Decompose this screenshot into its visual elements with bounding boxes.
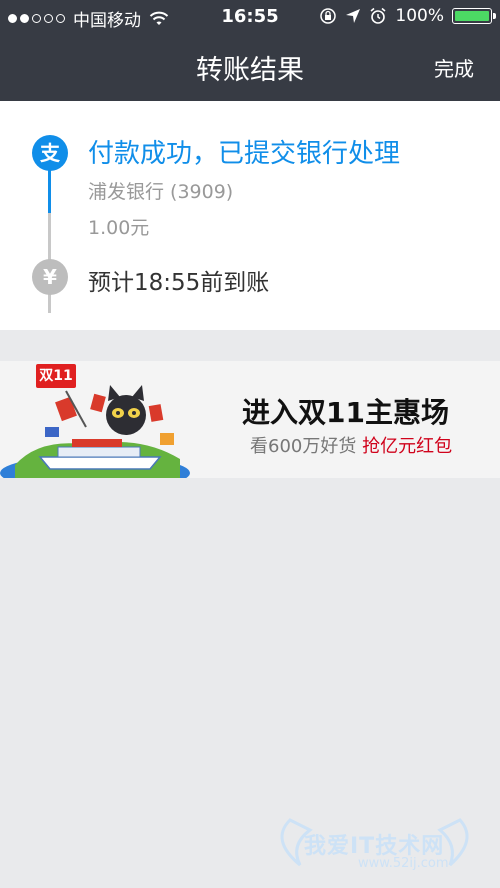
- promo-subtitle-prefix: 看600万好货: [250, 436, 363, 457]
- alipay-icon: 支: [32, 135, 68, 171]
- promo-subtitle-highlight: 抢亿元红包: [362, 436, 453, 457]
- nav-bar: 转账结果 完成: [0, 34, 500, 101]
- promo-illustration: [0, 385, 190, 478]
- rotation-lock-icon: [320, 8, 337, 24]
- promo-headline: 进入双11主惠场: [242, 396, 449, 429]
- promo-banner[interactable]: 双11 进入双11主惠场 看600万好货 抢亿元红包: [0, 361, 500, 478]
- bank-account-text: 浦发银行 (3909): [88, 181, 234, 203]
- status-bar: 中国移动 16:55 100%: [0, 0, 500, 34]
- payment-status-text: 付款成功，已提交银行处理: [88, 139, 401, 169]
- watermark-url: www.52ij.com: [358, 856, 449, 871]
- battery-percent: 100%: [395, 6, 444, 26]
- arrival-estimate-text: 预计18:55前到账: [88, 270, 270, 296]
- top-bar: 中国移动 16:55 100% 转账结果 完成: [0, 0, 500, 101]
- page-title: 转账结果: [196, 55, 304, 86]
- status-right: 100%: [319, 6, 496, 26]
- alarm-icon: [370, 7, 386, 24]
- amount-text: 1.00元: [88, 217, 150, 239]
- location-arrow-icon: [346, 9, 361, 23]
- watermark: 我爱IT技术网 www.52ij.com: [260, 810, 480, 880]
- double11-tag: 双11: [36, 364, 76, 388]
- yen-icon: ¥: [32, 259, 68, 295]
- battery-icon: [452, 8, 496, 24]
- battery-fill: [455, 11, 489, 21]
- done-button[interactable]: 完成: [434, 53, 474, 82]
- promo-subtitle: 看600万好货 抢亿元红包: [250, 432, 452, 458]
- transfer-result-card: 支 付款成功，已提交银行处理 浦发银行 (3909) 1.00元 ¥ 预计18:…: [0, 101, 500, 330]
